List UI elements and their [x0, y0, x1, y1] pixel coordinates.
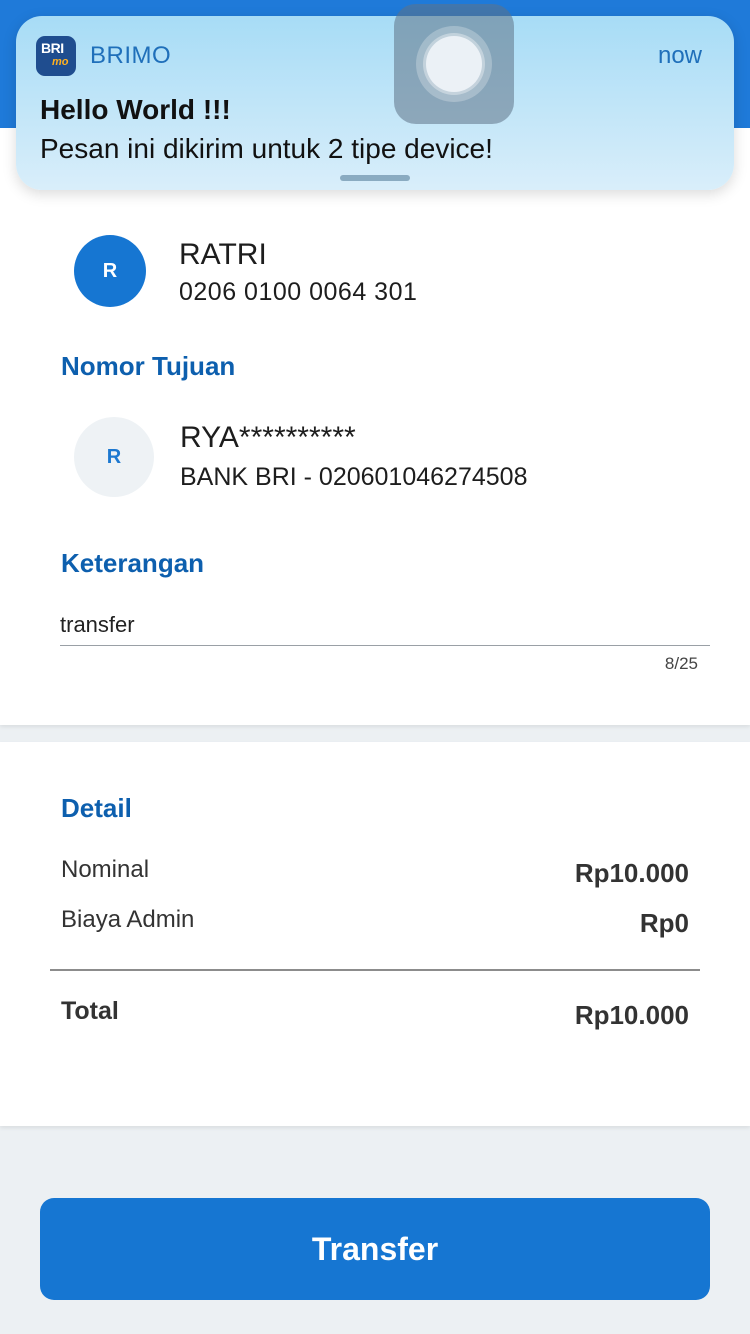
source-avatar: R — [74, 235, 146, 307]
total-label: Total — [61, 997, 119, 1025]
detail-section-label: Detail — [61, 793, 132, 823]
source-account-number: 0206 0100 0064 301 — [179, 278, 418, 306]
notification-body: Pesan ini dikirim untuk 2 tipe device! — [40, 133, 493, 164]
brimo-app-icon: BRI mo — [36, 36, 76, 76]
admin-fee-label: Biaya Admin — [61, 906, 195, 933]
destination-avatar: R — [74, 417, 154, 497]
notification-grabber-handle[interactable] — [340, 175, 410, 181]
push-notification-banner[interactable]: BRI mo BRIMO now Hello World !!! Pesan i… — [16, 16, 734, 190]
destination-account-number: BANK BRI - 020601046274508 — [180, 463, 528, 491]
admin-fee-value: Rp0 — [639, 908, 689, 938]
total-value: Rp10.000 — [574, 1000, 689, 1030]
assistive-touch-button[interactable] — [394, 4, 514, 124]
destination-section-label: Nomor Tujuan — [61, 351, 236, 381]
app-icon-text-bri: BRI — [41, 40, 64, 56]
detail-divider — [50, 969, 700, 971]
notification-title: Hello World !!! — [40, 94, 231, 125]
destination-account-name: RYA********** — [180, 421, 356, 454]
nominal-value: Rp10.000 — [574, 858, 689, 888]
notification-time: now — [657, 42, 702, 69]
keterangan-input[interactable] — [60, 605, 710, 646]
nominal-label: Nominal — [61, 856, 150, 883]
keterangan-char-counter: 8/25 — [664, 654, 698, 673]
transfer-button[interactable]: Transfer — [40, 1198, 710, 1300]
source-account-name: RATRI — [179, 238, 267, 271]
app-icon-text-mo: mo — [52, 56, 69, 68]
assistive-touch-inner-ring — [423, 33, 485, 95]
notification-app-name: BRIMO — [90, 42, 172, 69]
assistive-touch-outer-ring — [416, 26, 492, 102]
destination-initial: R — [106, 445, 122, 468]
source-initial: R — [102, 259, 118, 282]
assistive-touch-core — [426, 36, 482, 92]
keterangan-section-label: Keterangan — [61, 548, 205, 578]
